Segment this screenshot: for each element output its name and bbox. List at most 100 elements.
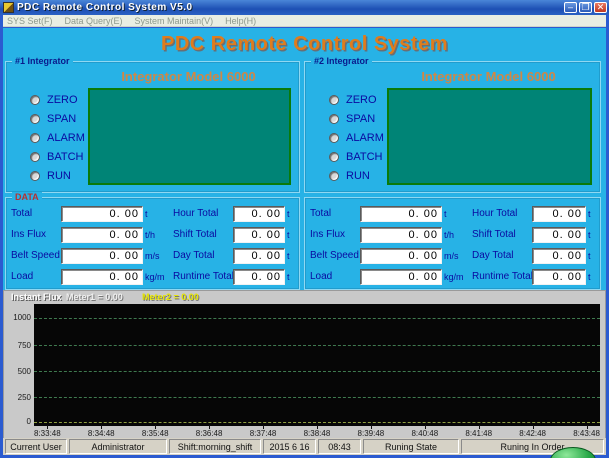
radio-zero-icon[interactable] [329, 95, 339, 105]
runtime-total-field[interactable]: 0. 00 [532, 269, 586, 285]
indicator-batch[interactable]: BATCH [329, 150, 382, 164]
load-field[interactable]: 0. 00 [360, 269, 442, 285]
load-field[interactable]: 0. 00 [61, 269, 143, 285]
menu-help[interactable]: Help(H) [225, 16, 256, 26]
indicator-alarm[interactable]: ALARM [329, 131, 384, 145]
hour-total-field[interactable]: 0. 00 [532, 206, 586, 222]
indicator-run-label: RUN [47, 170, 71, 182]
indicator-alarm[interactable]: ALARM [30, 131, 85, 145]
hour-total-label: Hour Total [468, 208, 532, 219]
runtime-total-label: Runtime Total [169, 271, 233, 282]
total-field[interactable]: 0. 00 [61, 206, 143, 222]
app-icon [3, 2, 14, 13]
hour-total-field[interactable]: 0. 00 [233, 206, 285, 222]
indicator-alarm-label: ALARM [47, 132, 85, 144]
data-row: Total 0. 00 t Hour Total 0. 00 t [310, 205, 595, 222]
y-tick-0: 0 [4, 417, 31, 426]
day-total-label: Day Total [169, 250, 233, 261]
indicator-zero[interactable]: ZERO [329, 93, 377, 107]
belt-speed-label: Belt Speed [310, 250, 360, 261]
status-date: 2015 6 16 [263, 439, 316, 454]
trend-chart-panel: Instant Flux Meter1 = 0.00 Meter2 = 0.00… [3, 290, 606, 440]
status-shift: Shift:morning_shift [169, 439, 261, 454]
load-label: Load [310, 271, 360, 282]
minimize-button[interactable]: – [564, 2, 577, 13]
ins-flux-field[interactable]: 0. 00 [61, 227, 143, 243]
load-unit: kg/m [143, 272, 169, 282]
indicator-batch[interactable]: BATCH [30, 150, 83, 164]
total-unit: t [442, 209, 468, 219]
integrator-1-label: #1 Integrator [12, 56, 73, 67]
day-total-unit: t [285, 251, 294, 261]
menu-sys-set[interactable]: SYS Set(F) [7, 16, 53, 26]
belt-speed-field[interactable]: 0. 00 [61, 248, 143, 264]
indicator-zero[interactable]: ZERO [30, 93, 78, 107]
integrator-1-panel: #1 Integrator Integrator Model 6000 ZERO… [5, 61, 300, 193]
gridline-1000 [34, 318, 600, 319]
window-title: PDC Remote Control System V5.0 [17, 2, 564, 13]
indicator-run[interactable]: RUN [30, 169, 71, 183]
radio-run-icon[interactable] [30, 171, 40, 181]
indicator-span[interactable]: SPAN [30, 112, 76, 126]
radio-span-icon[interactable] [329, 114, 339, 124]
integrator-1-display [88, 88, 291, 185]
indicator-span-label: SPAN [47, 113, 76, 125]
radio-zero-icon[interactable] [30, 95, 40, 105]
total-field[interactable]: 0. 00 [360, 206, 442, 222]
indicator-span[interactable]: SPAN [329, 112, 375, 126]
load-label: Load [11, 271, 61, 282]
data-row: Belt Speed 0. 00 m/s Day Total 0. 00 t [11, 247, 294, 264]
shift-total-label: Shift Total [169, 229, 233, 240]
status-running-state-label: Runing State [363, 439, 459, 454]
maximize-button[interactable]: ❐ [579, 2, 592, 13]
data-row: Total 0. 00 t Hour Total 0. 00 t [11, 205, 294, 222]
radio-alarm-icon[interactable] [30, 133, 40, 143]
belt-speed-unit: m/s [143, 251, 169, 261]
radio-batch-icon[interactable] [329, 152, 339, 162]
plot-area [34, 304, 600, 426]
day-total-unit: t [586, 251, 595, 261]
indicator-run[interactable]: RUN [329, 169, 370, 183]
radio-alarm-icon[interactable] [329, 133, 339, 143]
y-tick-250: 250 [4, 393, 31, 402]
belt-speed-field[interactable]: 0. 00 [360, 248, 442, 264]
y-tick-1000: 1000 [4, 313, 31, 322]
ins-flux-field[interactable]: 0. 00 [360, 227, 442, 243]
chart-title: Instant Flux [11, 292, 62, 302]
legend-meter2: Meter2 = 0.00 [142, 292, 199, 302]
integrator-2-model-label: Integrator Model 6000 [385, 69, 592, 84]
status-user-value: Administrator [69, 439, 167, 454]
data-row: Ins Flux 0. 00 t/h Shift Total 0. 00 t [11, 226, 294, 243]
runtime-total-field[interactable]: 0. 00 [233, 269, 285, 285]
menu-data-query[interactable]: Data Query(E) [65, 16, 123, 26]
radio-run-icon[interactable] [329, 171, 339, 181]
ins-flux-label: Ins Flux [310, 229, 360, 240]
day-total-field[interactable]: 0. 00 [233, 248, 285, 264]
hour-total-label: Hour Total [169, 208, 233, 219]
y-tick-750: 750 [4, 341, 31, 350]
hour-total-unit: t [285, 209, 294, 219]
day-total-field[interactable]: 0. 00 [532, 248, 586, 264]
data-row: Ins Flux 0. 00 t/h Shift Total 0. 00 t [310, 226, 595, 243]
data-row: Belt Speed 0. 00 m/s Day Total 0. 00 t [310, 247, 595, 264]
ins-flux-unit: t/h [442, 230, 468, 240]
indicator-zero-label: ZERO [47, 94, 78, 106]
close-button[interactable]: ✕ [594, 2, 607, 13]
shift-total-field[interactable]: 0. 00 [233, 227, 285, 243]
menu-system-maintain[interactable]: System Maintain(V) [135, 16, 214, 26]
title-bar: PDC Remote Control System V5.0 – ❐ ✕ [0, 0, 609, 15]
data-panel-1-label: DATA [12, 192, 42, 203]
y-tick-500: 500 [4, 367, 31, 376]
page-title: PDC Remote Control System [3, 33, 606, 56]
radio-span-icon[interactable] [30, 114, 40, 124]
day-total-label: Day Total [468, 250, 532, 261]
integrator-2-panel: #2 Integrator Integrator Model 6000 ZERO… [304, 61, 601, 193]
menu-bar: SYS Set(F) Data Query(E) System Maintain… [3, 15, 606, 27]
shift-total-label: Shift Total [468, 229, 532, 240]
gridline-750 [34, 345, 600, 346]
data-row: Load 0. 00 kg/m Runtime Total 0. 00 t [11, 268, 294, 285]
shift-total-field[interactable]: 0. 00 [532, 227, 586, 243]
load-unit: kg/m [442, 272, 468, 282]
integrator-2-label: #2 Integrator [311, 56, 372, 67]
radio-batch-icon[interactable] [30, 152, 40, 162]
